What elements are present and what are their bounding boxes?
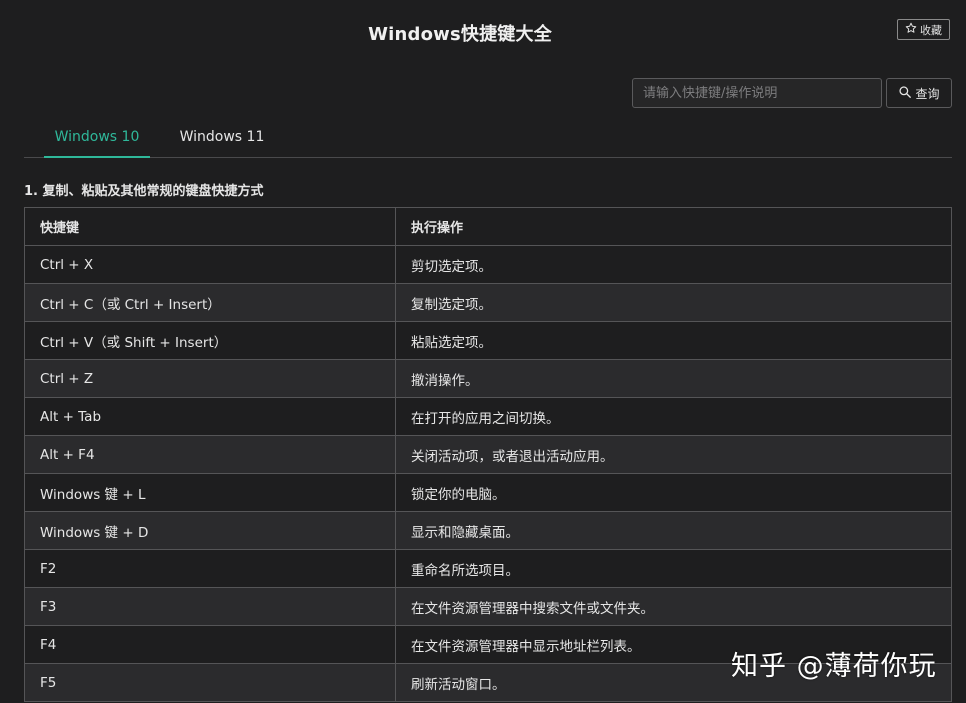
table-row: F3 在文件资源管理器中搜索文件或文件夹。 (24, 587, 952, 626)
action-cell: 复制选定项。 (395, 283, 952, 322)
table-row: Ctrl + C（或 Ctrl + Insert） 复制选定项。 (24, 283, 952, 322)
column-header-shortcut: 快捷键 (24, 207, 396, 246)
shortcut-cell: Alt + F4 (24, 435, 396, 474)
search-input[interactable] (632, 78, 882, 108)
page: Windows快捷键大全 收藏 查询 Windows 10 Windows 11… (0, 0, 966, 703)
action-cell: 重命名所选项目。 (395, 549, 952, 588)
tab-windows-10[interactable]: Windows 10 (44, 118, 150, 158)
column-header-action: 执行操作 (395, 207, 952, 246)
table-row: Windows 键 + L 锁定你的电脑。 (24, 473, 952, 512)
shortcut-cell: Ctrl + C（或 Ctrl + Insert） (24, 283, 396, 322)
action-cell: 撤消操作。 (395, 359, 952, 398)
action-cell: 显示和隐藏桌面。 (395, 511, 952, 550)
section-heading: 1. 复制、粘贴及其他常规的键盘快捷方式 (24, 184, 264, 199)
action-cell: 粘贴选定项。 (395, 321, 952, 360)
shortcut-cell: F4 (24, 625, 396, 664)
shortcut-cell: F3 (24, 587, 396, 626)
action-cell: 剪切选定项。 (395, 245, 952, 284)
action-cell: 关闭活动项，或者退出活动应用。 (395, 435, 952, 474)
shortcut-cell: Ctrl + X (24, 245, 396, 284)
shortcut-cell: Ctrl + Z (24, 359, 396, 398)
star-icon (905, 22, 917, 37)
shortcut-cell: F5 (24, 663, 396, 702)
os-tabs: Windows 10 Windows 11 (24, 118, 952, 158)
shortcut-cell: Windows 键 + D (24, 511, 396, 550)
search-icon (898, 85, 912, 102)
action-cell: 在打开的应用之间切换。 (395, 397, 952, 436)
shortcut-cell: Windows 键 + L (24, 473, 396, 512)
shortcut-cell: Alt + Tab (24, 397, 396, 436)
table-row: Ctrl + V（或 Shift + Insert） 粘贴选定项。 (24, 321, 952, 360)
table-row: Alt + F4 关闭活动项，或者退出活动应用。 (24, 435, 952, 474)
page-title: Windows快捷键大全 (368, 24, 552, 45)
action-cell: 在文件资源管理器中搜索文件或文件夹。 (395, 587, 952, 626)
search-button[interactable]: 查询 (886, 78, 952, 108)
shortcut-cell: F2 (24, 549, 396, 588)
table-header-row: 快捷键 执行操作 (24, 207, 952, 246)
tab-windows-11[interactable]: Windows 11 (164, 118, 280, 157)
table-row: Ctrl + X 剪切选定项。 (24, 245, 952, 284)
search-button-label: 查询 (915, 86, 940, 101)
table-row: Windows 键 + D 显示和隐藏桌面。 (24, 511, 952, 550)
table-row: Alt + Tab 在打开的应用之间切换。 (24, 397, 952, 436)
shortcut-table: 快捷键 执行操作 Ctrl + X 剪切选定项。 Ctrl + C（或 Ctrl… (24, 207, 952, 702)
table-row: Ctrl + Z 撤消操作。 (24, 359, 952, 398)
action-cell: 锁定你的电脑。 (395, 473, 952, 512)
favorite-label: 收藏 (920, 23, 942, 37)
favorite-button[interactable]: 收藏 (897, 19, 950, 40)
watermark: 知乎 @薄荷你玩 (731, 651, 937, 682)
table-row: F2 重命名所选项目。 (24, 549, 952, 588)
shortcut-cell: Ctrl + V（或 Shift + Insert） (24, 321, 396, 360)
